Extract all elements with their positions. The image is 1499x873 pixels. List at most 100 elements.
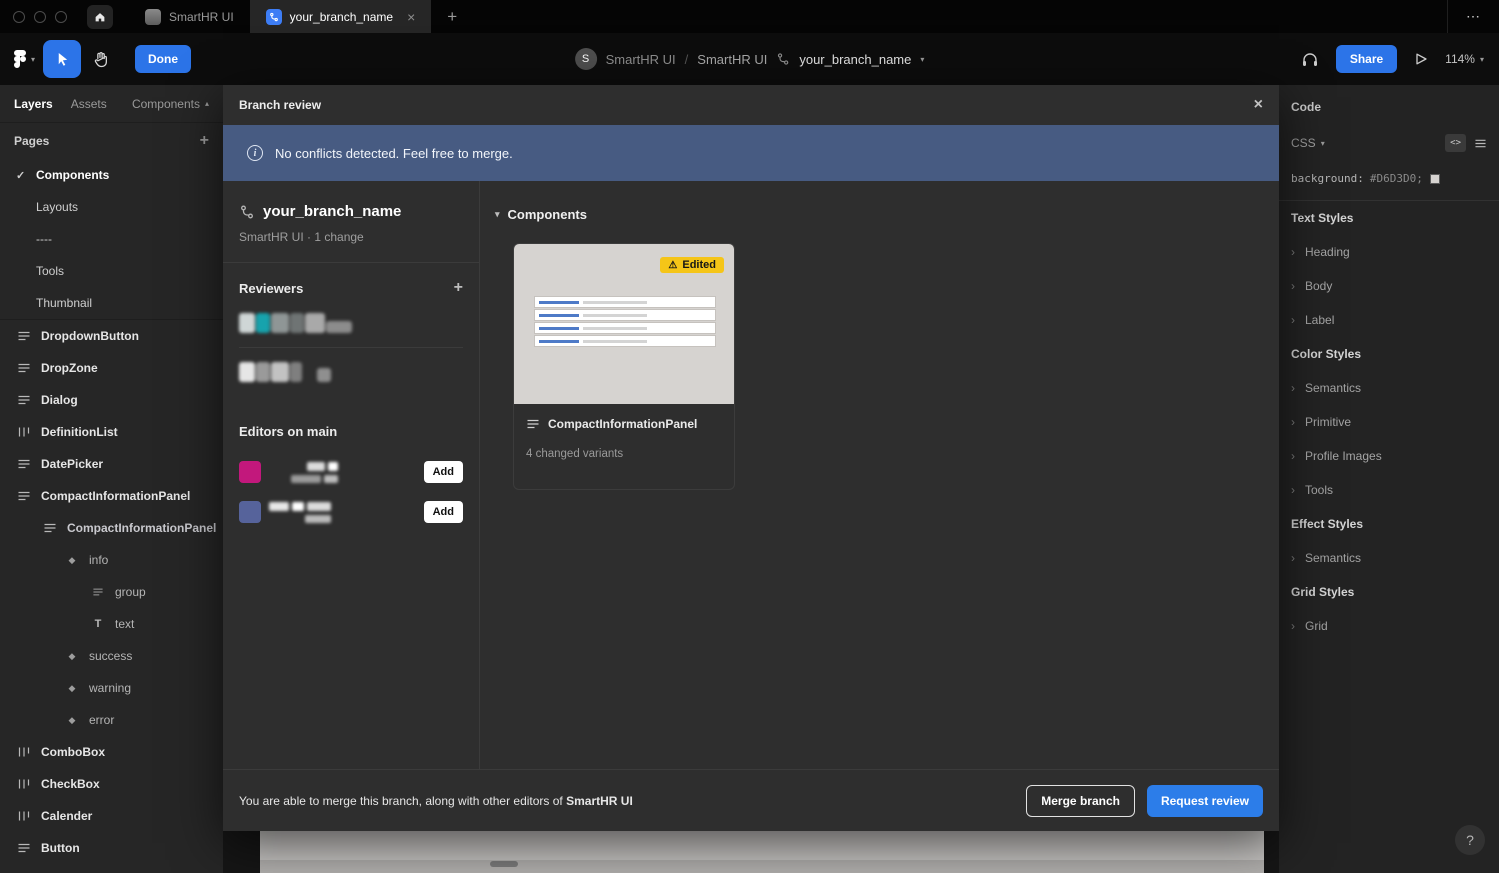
cursor-icon [55,52,70,67]
help-button[interactable]: ? [1455,825,1485,855]
css-dropdown[interactable]: CSS ▾ [1291,136,1325,150]
add-reviewer-button[interactable]: + [454,279,463,297]
layer-row[interactable]: Calender [0,800,223,832]
layer-label: info [89,553,108,567]
components-section-toggle[interactable]: ▾ Components [495,207,1279,222]
new-tab-button[interactable]: + [431,7,473,27]
layer-label: ComboBox [41,745,105,759]
share-button[interactable]: Share [1336,45,1397,73]
code-view-toggles: <> [1445,134,1487,152]
zoom-level: 114% [1445,52,1475,66]
breadcrumb-team[interactable]: SmartHR UI [606,52,676,67]
tab-smarthr-ui[interactable]: SmartHR UI [129,0,250,33]
move-tool-button[interactable] [43,40,81,78]
layer-row[interactable]: ◆ info [0,544,223,576]
layer-row[interactable]: Dialog [0,384,223,416]
page-item-thumbnail[interactable]: Thumbnail [0,287,223,319]
style-item-effect-semantics[interactable]: › Semantics [1279,541,1499,575]
add-editor-button[interactable]: Add [424,501,463,523]
layer-row[interactable]: ComboBox [0,736,223,768]
chevron-down-icon[interactable]: ▾ [920,55,924,64]
window-tab-bar: SmartHR UI your_branch_name × + ⋯ [0,0,1499,33]
code-brackets-icon[interactable]: <> [1445,134,1466,152]
layer-row[interactable]: DatePicker [0,448,223,480]
layer-row[interactable]: DefinitionList [0,416,223,448]
window-zoom-button[interactable] [55,11,67,23]
page-label: Tools [36,264,64,278]
zoom-menu-button[interactable]: 114% ▾ [1445,52,1484,66]
layer-row[interactable]: CheckBox [0,768,223,800]
hand-icon [92,51,109,68]
layer-row[interactable]: DropdownButton [0,320,223,352]
style-item-grid[interactable]: › Grid [1279,609,1499,643]
request-review-button[interactable]: Request review [1147,785,1263,817]
group-icon [90,587,106,597]
tab-close-icon[interactable]: × [407,10,415,24]
layer-row[interactable]: group [0,576,223,608]
layer-row[interactable]: ◆ warning [0,672,223,704]
style-item-heading[interactable]: › Heading [1279,235,1499,269]
style-item-body[interactable]: › Body [1279,269,1499,303]
canvas [223,831,1279,873]
window-minimize-button[interactable] [34,11,46,23]
list-view-icon[interactable] [1474,138,1487,149]
horizontal-scrollbar[interactable] [490,861,518,867]
panel-dropdown[interactable]: Components ▴ [132,97,209,111]
style-item-primitive[interactable]: › Primitive [1279,405,1499,439]
add-editor-button[interactable]: Add [424,461,463,483]
layer-row[interactable]: CompactInformationPanel [0,480,223,512]
main-menu-button[interactable]: ▾ [0,50,43,68]
page-item-dashes[interactable]: ---- [0,223,223,255]
tab-layers[interactable]: Layers [14,97,53,111]
window-overflow-menu-button[interactable]: ⋯ [1447,0,1499,33]
style-item-label[interactable]: › Label [1279,303,1499,337]
add-page-button[interactable]: + [200,132,209,150]
merge-branch-button[interactable]: Merge branch [1026,785,1135,817]
branch-name: your_branch_name [263,203,401,220]
layer-label: group [115,585,146,599]
style-item-semantics[interactable]: › Semantics [1279,371,1499,405]
chevron-right-icon: › [1291,619,1305,633]
tab-assets[interactable]: Assets [71,97,107,111]
panel-dropdown-label: Components [132,97,200,111]
section-title-grid-styles: Grid Styles [1279,575,1499,609]
window-close-button[interactable] [13,11,25,23]
layer-row[interactable]: ◆ success [0,640,223,672]
section-title-effect-styles: Effect Styles [1279,507,1499,541]
hand-tool-button[interactable] [81,40,119,78]
present-play-icon[interactable] [1414,52,1428,66]
code-line: background: #D6D3D0; [1279,157,1499,201]
page-item-components[interactable]: ✓ Components [0,159,223,191]
redacted-reviewer-avatars [239,313,463,333]
component-set-icon [526,418,540,430]
changed-component-card[interactable]: ⚠ Edited CompactInformationPanel [513,243,735,490]
page-item-tools[interactable]: Tools [0,255,223,287]
layer-row[interactable]: T text [0,608,223,640]
tab-your-branch-name[interactable]: your_branch_name × [250,0,432,33]
home-button[interactable] [87,5,113,29]
variant-diamond-icon: ◆ [64,715,80,726]
done-button[interactable]: Done [135,45,191,73]
chevron-right-icon: › [1291,313,1305,327]
branch-block: your_branch_name SmartHR UI · 1 change [223,181,479,263]
layer-row[interactable]: ◆ error [0,704,223,736]
breadcrumb-file[interactable]: SmartHR UI [697,52,767,67]
code-section-header: Code [1279,85,1499,129]
checkmark-icon: ✓ [16,169,36,182]
style-item-profile-images[interactable]: › Profile Images [1279,439,1499,473]
headphones-icon[interactable] [1301,50,1319,68]
breadcrumb-branch[interactable]: your_branch_name [799,52,911,67]
layer-label: DefinitionList [41,425,118,439]
layer-row[interactable]: Button [0,832,223,864]
layer-row[interactable]: CompactInformationPanel [0,512,223,544]
thumbnail-variants-preview [534,296,716,348]
style-item-tools[interactable]: › Tools [1279,473,1499,507]
page-item-layouts[interactable]: Layouts [0,191,223,223]
close-icon[interactable]: × [1254,97,1263,113]
layer-label: Button [41,841,80,855]
layer-row[interactable]: DropZone [0,352,223,384]
file-thumbnail-icon [145,9,161,25]
edited-badge: ⚠ Edited [660,257,724,273]
component-lines-icon [16,330,32,342]
user-avatar[interactable]: S [575,48,597,70]
